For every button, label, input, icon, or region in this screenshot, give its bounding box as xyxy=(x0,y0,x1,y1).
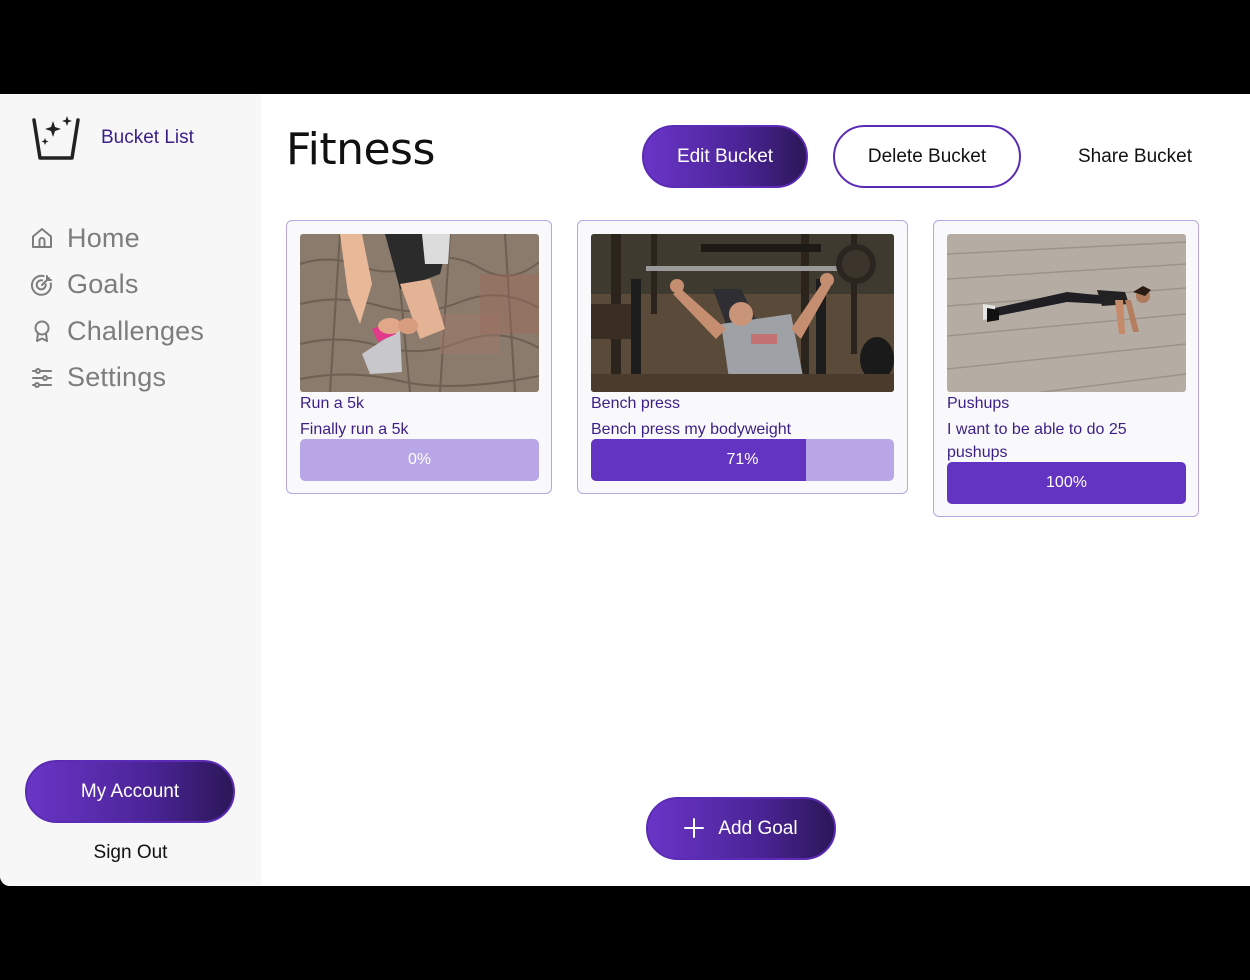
goal-title: Pushups xyxy=(947,395,1010,412)
brand-name: Bucket List xyxy=(101,127,194,148)
progress-bar: 100% xyxy=(947,462,1186,504)
edit-bucket-button[interactable]: Edit Bucket xyxy=(642,125,808,188)
app-window: Bucket List Home Goals Challenges Settin… xyxy=(0,94,1250,886)
sidebar-item-label: Challenges xyxy=(67,315,205,346)
goal-card-bench-press[interactable]: Bench press Bench press my bodyweight 71… xyxy=(577,220,908,494)
add-goal-label: Add Goal xyxy=(718,817,798,839)
sidebar: Bucket List Home Goals Challenges Settin… xyxy=(0,94,261,886)
sidebar-item-goals[interactable]: Goals xyxy=(29,262,204,309)
bucket-sparkle-icon xyxy=(32,116,80,160)
sidebar-item-settings[interactable]: Settings xyxy=(29,355,204,402)
goal-title: Bench press xyxy=(591,395,680,412)
goal-description: I want to be able to do 25 pushups xyxy=(947,421,1127,461)
share-bucket-button[interactable]: Share Bucket xyxy=(1060,125,1210,188)
progress-label: 100% xyxy=(1046,474,1087,491)
brand[interactable]: Bucket List xyxy=(32,114,194,162)
goal-title: Run a 5k xyxy=(300,395,365,412)
progress-label: 71% xyxy=(726,451,759,468)
target-icon xyxy=(29,272,55,298)
goal-card-run-5k[interactable]: Run a 5k Finally run a 5k 0% xyxy=(286,220,552,494)
progress-bar: 71% xyxy=(591,439,894,481)
goal-image xyxy=(591,234,894,392)
sidebar-nav: Home Goals Challenges Settings xyxy=(29,215,204,401)
sidebar-item-home[interactable]: Home xyxy=(29,215,204,262)
progress-bar: 0% xyxy=(300,439,539,481)
add-goal-button[interactable]: Add Goal xyxy=(646,797,836,860)
sidebar-item-label: Goals xyxy=(67,269,139,300)
award-icon xyxy=(29,318,55,344)
plus-icon xyxy=(684,815,705,843)
goal-image xyxy=(947,234,1186,392)
my-account-button[interactable]: My Account xyxy=(25,760,235,823)
sidebar-item-challenges[interactable]: Challenges xyxy=(29,308,204,355)
sidebar-item-label: Settings xyxy=(67,362,167,393)
goal-description: Bench press my bodyweight xyxy=(591,421,792,438)
goal-card-pushups[interactable]: Pushups I want to be able to do 25 pushu… xyxy=(933,220,1199,517)
progress-label: 0% xyxy=(407,451,432,468)
goal-image xyxy=(300,234,539,392)
page-title: Fitness xyxy=(286,124,435,175)
goal-description: Finally run a 5k xyxy=(300,421,409,438)
sign-out-link[interactable]: Sign Out xyxy=(0,842,261,864)
home-icon xyxy=(29,225,55,251)
sidebar-item-label: Home xyxy=(67,222,140,253)
sliders-icon xyxy=(29,365,55,391)
delete-bucket-button[interactable]: Delete Bucket xyxy=(833,125,1021,188)
